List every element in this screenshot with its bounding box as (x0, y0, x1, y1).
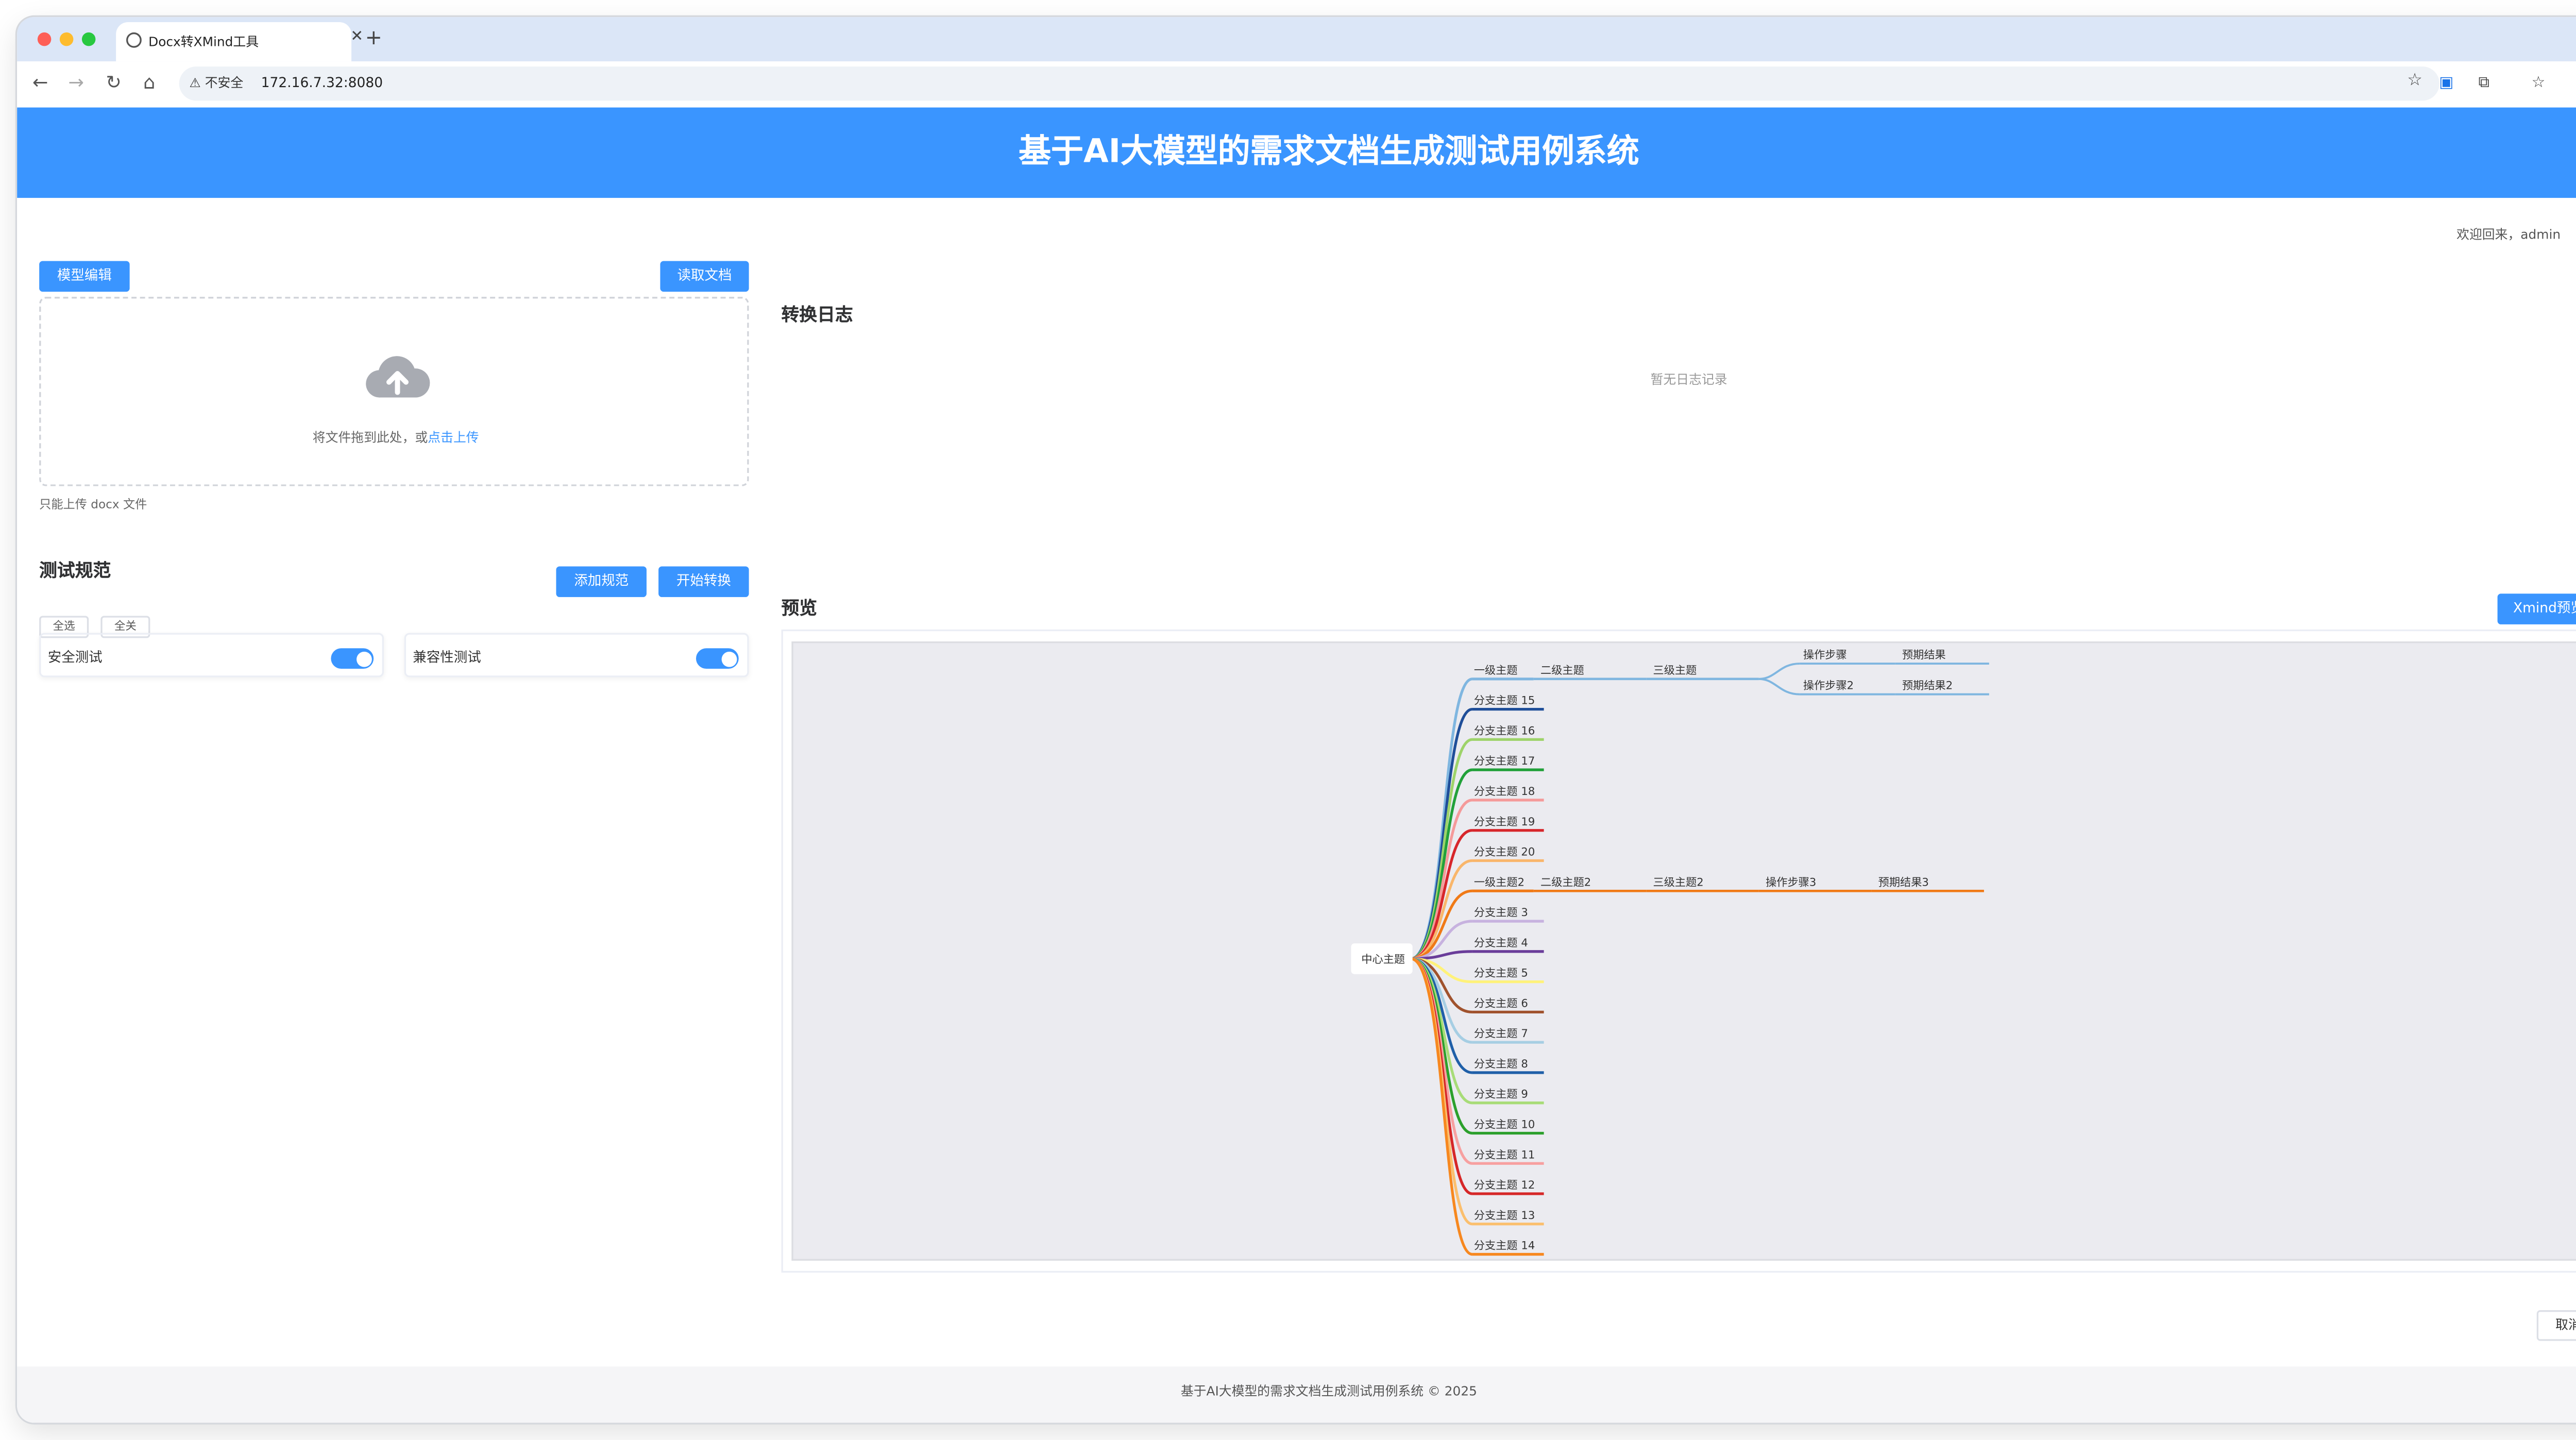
subtopic: 二级主题 (1540, 664, 1584, 676)
close-window-button[interactable] (37, 32, 52, 46)
spec-toggle-security[interactable] (331, 648, 374, 669)
tab-title: Docx转XMind工具 (148, 34, 259, 50)
spec-card-security: 安全测试 (39, 633, 384, 677)
upload-hint: 只能上传 docx 文件 (39, 498, 147, 512)
preview-panel: 一级主题 二级主题 三级主题 操作步骤 预期结果操作步骤2 预期结果2 分支主题 15 分支主… (781, 629, 2576, 1273)
branch-topic: 一级主题2 (1474, 875, 1524, 888)
branch-topic: 分支主题 16 (1474, 724, 1535, 737)
security-label: 不安全 (205, 75, 244, 91)
empty-log-message: 暂无日志记录 (1650, 371, 1727, 387)
maximize-window-button[interactable] (81, 32, 96, 46)
spec-toggle-compatibility[interactable] (696, 648, 739, 669)
branch-topic: 分支主题 15 (1474, 694, 1535, 707)
cancel-button[interactable]: 取消 (2536, 1310, 2576, 1341)
reload-icon[interactable]: ↻ (106, 72, 122, 94)
upload-instructions: 将文件拖到此处，或点击上传 (41, 428, 750, 447)
forward-icon[interactable]: → (68, 72, 84, 94)
subtopic: 三级主题 (1653, 664, 1697, 676)
url-text[interactable]: 172.16.7.32:8080 (261, 74, 383, 90)
branch-topic: 分支主题 8 (1474, 1057, 1528, 1070)
branch-topic: 分支主题 7 (1474, 1027, 1528, 1040)
branch-topic: 分支主题 3 (1474, 906, 1528, 919)
upload-text: 将文件拖到此处，或 (312, 430, 428, 446)
branch-topic: 分支主题 19 (1474, 815, 1535, 828)
subtopic-connector (1758, 677, 1800, 696)
minimize-window-button[interactable] (59, 32, 74, 46)
toggle-knob (720, 651, 736, 667)
click-upload-link[interactable]: 点击上传 (428, 430, 479, 445)
security-indicator[interactable]: ⚠ 不安全 (190, 73, 244, 92)
tab-bar: Docx转XMind工具 ✕ + ⌄ (17, 17, 2576, 62)
preview-section-title: 预览 (781, 599, 818, 619)
branch-topic: 分支主题 17 (1474, 754, 1535, 767)
branch-topic: 分支主题 14 (1474, 1239, 1535, 1252)
cloud-upload-icon (366, 356, 430, 398)
browser-toolbar: ← → ↻ ⌂ ⚠ 不安全 172.16.7.32:8080 ☆ ▣ ⧉ ☆ ☺… (17, 61, 2576, 108)
read-document-button[interactable]: 读取文档 (660, 261, 749, 292)
subtopic-connector (1758, 663, 1800, 680)
result-topic: 预期结果2 (1902, 679, 1953, 692)
puzzle-icon[interactable]: ⧉ (2473, 73, 2494, 94)
subtopic: 操作步骤3 (1766, 875, 1816, 888)
branch-topic: 分支主题 9 (1474, 1088, 1528, 1100)
page-title: 基于AI大模型的需求文档生成测试用例系统 (17, 107, 2576, 198)
spec-section-title: 测试规范 (39, 561, 111, 582)
result-topic: 预期结果 (1902, 648, 1946, 661)
start-convert-button[interactable]: 开始转换 (658, 566, 749, 597)
close-tab-icon[interactable]: ✕ (350, 29, 363, 46)
footer-text: 基于AI大模型的需求文档生成测试用例系统 © 2025 (17, 1366, 2576, 1423)
step-topic: 操作步骤2 (1803, 679, 1854, 692)
branch-topic: 分支主题 12 (1474, 1178, 1535, 1191)
home-icon[interactable]: ⌂ (143, 72, 155, 94)
toggle-knob (355, 651, 371, 667)
branch-topic: 分支主题 13 (1474, 1209, 1535, 1222)
bookmarks-icon[interactable]: ☆ (2528, 73, 2549, 94)
new-tab-icon[interactable]: + (365, 26, 382, 49)
mindmap-svg: 一级主题 二级主题 三级主题 操作步骤 预期结果操作步骤2 预期结果2 分支主题 15 分支主… (1351, 648, 1989, 1256)
model-edit-button[interactable]: 模型编辑 (39, 261, 130, 292)
branch-topic: 一级主题 (1474, 664, 1518, 676)
subtopic: 二级主题2 (1540, 875, 1591, 888)
mindmap-canvas[interactable]: 一级主题 二级主题 三级主题 操作步骤 预期结果操作步骤2 预期结果2 分支主题 15 分支主… (791, 641, 2576, 1261)
branch-topic: 分支主题 10 (1474, 1118, 1535, 1131)
globe-icon (126, 32, 142, 48)
extension-icon[interactable]: ▣ (2436, 73, 2456, 94)
app-page: 基于AI大模型的需求文档生成测试用例系统 欢迎回来，admin 注销 模型编辑 … (17, 107, 2576, 1423)
address-bar[interactable]: ⚠ 不安全 172.16.7.32:8080 ☆ (179, 66, 2440, 101)
browser-window: Docx转XMind工具 ✕ + ⌄ ← → ↻ ⌂ ⚠ 不安全 172.16.… (17, 17, 2576, 1423)
back-icon[interactable]: ← (32, 72, 48, 94)
log-section-title: 转换日志 (781, 305, 853, 326)
spec-label: 安全测试 (47, 650, 103, 666)
spec-label: 兼容性测试 (413, 650, 481, 666)
center-topic: 中心主题 (1361, 953, 1405, 965)
add-spec-button[interactable]: 添加规范 (556, 566, 647, 597)
spec-card-compatibility: 兼容性测试 (404, 633, 749, 677)
branch-topic: 分支主题 4 (1474, 936, 1528, 949)
bookmark-star-icon[interactable]: ☆ (2407, 72, 2422, 90)
branch-topic: 分支主题 20 (1474, 845, 1535, 858)
subtopic: 三级主题2 (1653, 875, 1704, 888)
xmind-preview-button[interactable]: Xmind预览 (2497, 594, 2576, 624)
browser-tab[interactable]: Docx转XMind工具 ✕ (116, 22, 363, 62)
branch-topic: 分支主题 18 (1474, 785, 1535, 798)
subtopic: 预期结果3 (1878, 875, 1929, 888)
branch-topic: 分支主题 11 (1474, 1148, 1535, 1161)
step-topic: 操作步骤 (1803, 648, 1847, 661)
upload-dropzone[interactable]: 将文件拖到此处，或点击上传 (39, 297, 749, 486)
welcome-text: 欢迎回来，admin (2456, 227, 2561, 243)
branch-topic: 分支主题 6 (1474, 996, 1528, 1009)
branch-topic: 分支主题 5 (1474, 967, 1528, 979)
